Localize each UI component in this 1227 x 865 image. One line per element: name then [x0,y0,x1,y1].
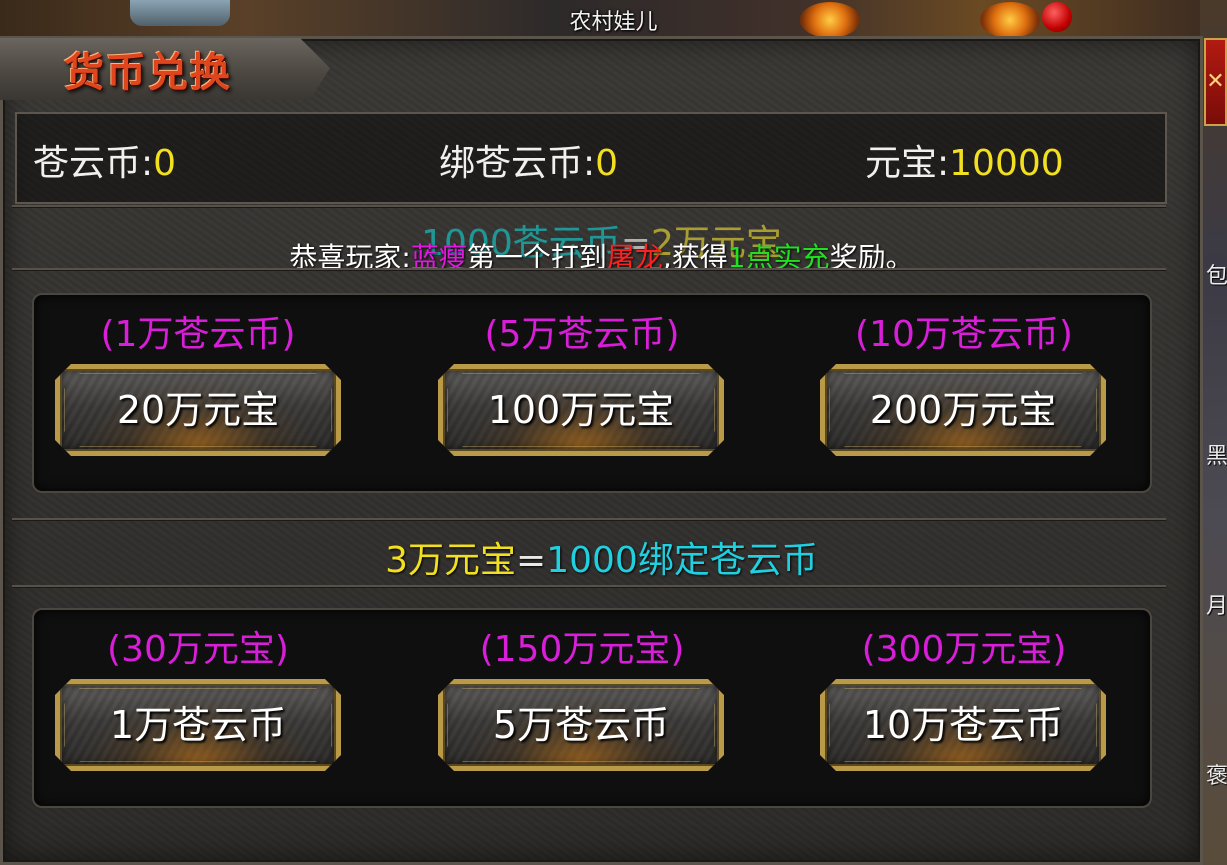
divider [12,268,1166,270]
yuanbao-label: 元宝: [865,143,950,184]
side-hud-text: 月 [1206,594,1227,619]
side-hud-text: 黑 [1206,444,1227,469]
price-label: (150万元宝) [479,629,685,670]
yuanbao-balance: 元宝:10000 [865,134,1064,186]
rate-bottom-right: 1000绑定苍云币 [546,540,818,581]
balance-bar: 苍云币:0 绑苍云币:0 元宝:10000 [15,112,1167,204]
side-hud-text: 包 [1206,264,1227,289]
announcement-banner: 恭喜玩家:蓝瘦第一个打到屠龙,获得1点实充奖励。 [0,236,1203,276]
divider [12,585,1166,587]
character-name: 农村娃儿 [569,10,658,35]
close-button[interactable]: ✕ [1204,38,1227,126]
bound-canyun-balance: 绑苍云币:0 [439,134,618,186]
price-label: (1万苍云币) [100,314,296,355]
exchange-rate-bottom: 3万元宝=1000绑定苍云币 [0,531,1203,583]
game-world-right [1200,0,1227,865]
bound-canyun-label: 绑苍云币: [439,143,596,184]
exchange-button[interactable]: 1万苍云币 [55,679,341,771]
price-label: (10万苍云币) [855,314,1073,355]
divider [12,205,1166,207]
yuanbao-value: 10000 [949,143,1064,184]
rate-bottom-left: 3万元宝 [385,540,517,581]
price-label: (5万苍云币) [484,314,680,355]
side-hud-text: 褒 [1206,764,1227,789]
divider [12,518,1166,520]
exchange-button[interactable]: 100万元宝 [438,364,724,456]
canyun-value: 0 [153,143,177,184]
price-label: (30万元宝) [107,629,289,670]
canyun-balance: 苍云币:0 [33,134,176,186]
price-label: (300万元宝) [861,629,1067,670]
panel-title: 货币兑换 [64,50,232,96]
bound-canyun-value: 0 [595,143,619,184]
exchange-button[interactable]: 5万苍云币 [438,679,724,771]
exchange-button[interactable]: 200万元宝 [820,364,1106,456]
exchange-button[interactable]: 10万苍云币 [820,679,1106,771]
rate-bottom-eq: = [516,540,547,581]
canyun-label: 苍云币: [33,143,154,184]
exchange-button[interactable]: 20万元宝 [55,364,341,456]
